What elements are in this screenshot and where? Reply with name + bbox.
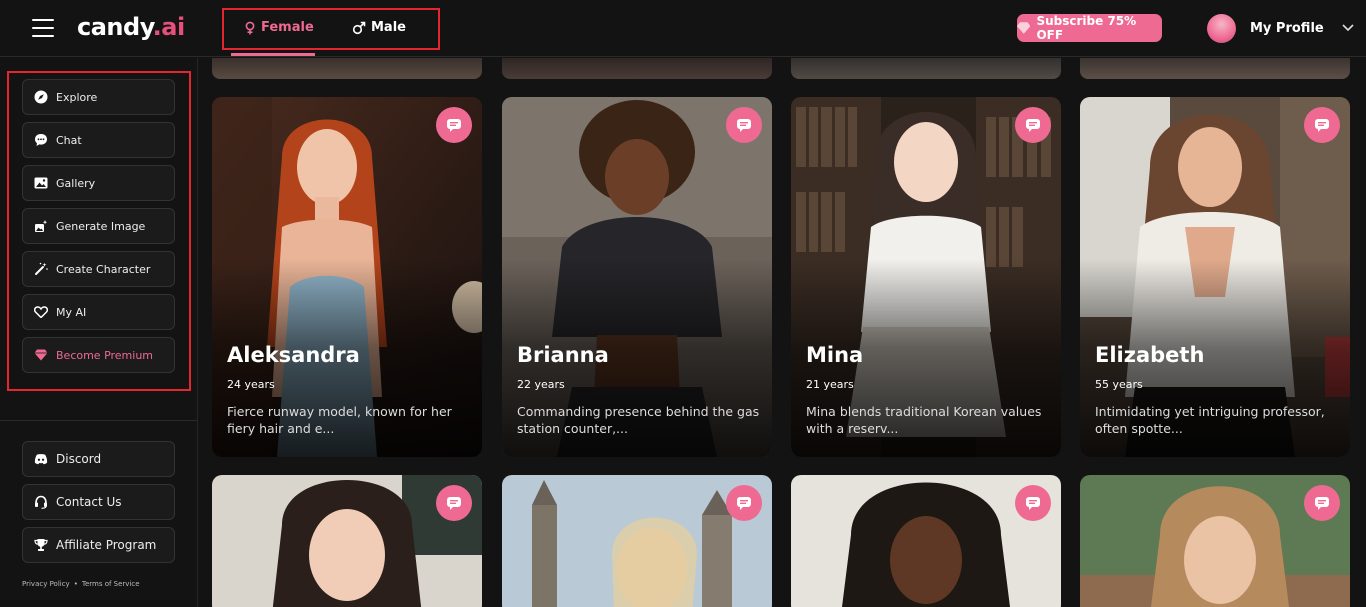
character-card[interactable]: Elizabeth 55 years Intimidating yet intr… xyxy=(1080,97,1350,457)
start-chat-button[interactable] xyxy=(436,485,472,521)
chat-bubble-icon xyxy=(1026,496,1040,510)
character-card[interactable] xyxy=(791,475,1061,607)
character-age: 24 years xyxy=(227,378,275,391)
sidebar-item-label: My AI xyxy=(56,305,87,319)
chat-bubble-icon xyxy=(447,118,461,132)
chevron-down-icon xyxy=(1342,24,1354,32)
image-icon xyxy=(34,176,48,190)
sidebar-item-label: Chat xyxy=(56,133,82,147)
chat-bubble-icon xyxy=(1315,118,1329,132)
profile-label: My Profile xyxy=(1250,20,1324,36)
magic-image-icon xyxy=(34,219,48,233)
character-card[interactable] xyxy=(502,475,772,607)
footer-links: Privacy Policy • Terms of Service xyxy=(22,580,140,588)
diamond-icon xyxy=(1017,22,1031,34)
tab-female-label: Female xyxy=(261,20,314,35)
character-card[interactable]: Mina 21 years Mina blends traditional Ko… xyxy=(791,97,1061,457)
character-description: Intimidating yet intriguing professor, o… xyxy=(1095,404,1325,436)
character-name: Aleksandra xyxy=(227,343,360,367)
sidebar-item-explore[interactable]: Explore xyxy=(22,79,175,115)
sidebar-item-affiliate-program[interactable]: Affiliate Program xyxy=(22,527,175,563)
character-age: 22 years xyxy=(517,378,565,391)
start-chat-button[interactable] xyxy=(726,107,762,143)
sidebar-item-discord[interactable]: Discord xyxy=(22,441,175,477)
character-card[interactable] xyxy=(1080,475,1350,607)
logo-dot: . xyxy=(152,13,162,41)
sidebar-item-label: Create Character xyxy=(56,262,151,276)
avatar xyxy=(1207,13,1236,43)
profile-menu[interactable]: My Profile xyxy=(1207,13,1354,43)
sidebar-item-create-character[interactable]: Create Character xyxy=(22,251,175,287)
sidebar-item-label: Affiliate Program xyxy=(56,538,157,552)
sidebar-item-label: Contact Us xyxy=(56,495,122,509)
footer-separator: • xyxy=(73,580,78,588)
sidebar-item-label: Gallery xyxy=(56,176,96,190)
start-chat-button[interactable] xyxy=(1304,485,1340,521)
trophy-icon xyxy=(34,538,48,552)
logo-main: candy xyxy=(77,13,153,41)
terms-of-service-link[interactable]: Terms of Service xyxy=(82,580,140,588)
sidebar: Explore Chat Gallery Generate Image Crea… xyxy=(0,58,198,607)
character-age: 55 years xyxy=(1095,378,1143,391)
prev-row-card[interactable] xyxy=(1080,58,1350,79)
chat-bubble-icon xyxy=(34,133,48,147)
sidebar-item-label: Generate Image xyxy=(56,219,146,233)
start-chat-button[interactable] xyxy=(436,107,472,143)
character-grid: Aleksandra 24 years Fierce runway model,… xyxy=(199,58,1366,607)
prev-row-card[interactable] xyxy=(212,58,482,79)
character-age: 21 years xyxy=(806,378,854,391)
start-chat-button[interactable] xyxy=(1304,107,1340,143)
subscribe-button[interactable]: Subscribe 75% OFF xyxy=(1017,14,1162,42)
start-chat-button[interactable] xyxy=(1015,107,1051,143)
start-chat-button[interactable] xyxy=(1015,485,1051,521)
diamond-icon xyxy=(34,348,48,362)
character-name: Brianna xyxy=(517,343,609,367)
character-card[interactable] xyxy=(212,475,482,607)
sidebar-item-my-ai[interactable]: My AI xyxy=(22,294,175,330)
discord-icon xyxy=(34,452,48,466)
character-name: Elizabeth xyxy=(1095,343,1205,367)
logo-tld: ai xyxy=(161,13,185,41)
prev-row-card[interactable] xyxy=(791,58,1061,79)
chat-bubble-icon xyxy=(737,118,751,132)
subscribe-label: Subscribe 75% OFF xyxy=(1036,14,1137,42)
sidebar-item-label: Explore xyxy=(56,90,98,104)
tab-female[interactable]: Female xyxy=(244,20,314,35)
logo[interactable]: candy.ai xyxy=(77,13,185,41)
character-description: Mina blends traditional Korean values wi… xyxy=(806,404,1042,436)
chat-bubble-icon xyxy=(737,496,751,510)
chat-bubble-icon xyxy=(1315,496,1329,510)
female-symbol-icon xyxy=(245,21,255,34)
sidebar-item-label: Become Premium xyxy=(56,348,154,362)
chat-bubble-icon xyxy=(1026,118,1040,132)
male-symbol-icon xyxy=(352,21,366,34)
headset-icon xyxy=(34,495,48,509)
character-description: Commanding presence behind the gas stati… xyxy=(517,404,760,436)
tab-male[interactable]: Male xyxy=(352,20,406,35)
gender-tabs-highlight: Female Male xyxy=(222,8,440,50)
tab-male-label: Male xyxy=(371,20,406,35)
active-tab-indicator xyxy=(231,53,315,56)
sidebar-item-contact-us[interactable]: Contact Us xyxy=(22,484,175,520)
character-description: Fierce runway model, known for her fiery… xyxy=(227,404,452,436)
sidebar-divider xyxy=(0,420,197,421)
sidebar-item-chat[interactable]: Chat xyxy=(22,122,175,158)
hamburger-menu-icon[interactable] xyxy=(32,19,54,37)
character-card[interactable]: Aleksandra 24 years Fierce runway model,… xyxy=(212,97,482,457)
privacy-policy-link[interactable]: Privacy Policy xyxy=(22,580,70,588)
compass-icon xyxy=(34,90,48,104)
magic-wand-icon xyxy=(34,262,48,276)
sidebar-item-become-premium[interactable]: Become Premium xyxy=(22,337,175,373)
heart-icon xyxy=(34,305,48,319)
chat-bubble-icon xyxy=(447,496,461,510)
sidebar-item-gallery[interactable]: Gallery xyxy=(22,165,175,201)
sidebar-item-generate-image[interactable]: Generate Image xyxy=(22,208,175,244)
character-name: Mina xyxy=(806,343,864,367)
prev-row-card[interactable] xyxy=(502,58,772,79)
character-card[interactable]: Brianna 22 years Commanding presence beh… xyxy=(502,97,772,457)
top-bar: candy.ai Female Male Subscribe 75% OFF M… xyxy=(0,0,1366,57)
start-chat-button[interactable] xyxy=(726,485,762,521)
sidebar-item-label: Discord xyxy=(56,452,102,466)
